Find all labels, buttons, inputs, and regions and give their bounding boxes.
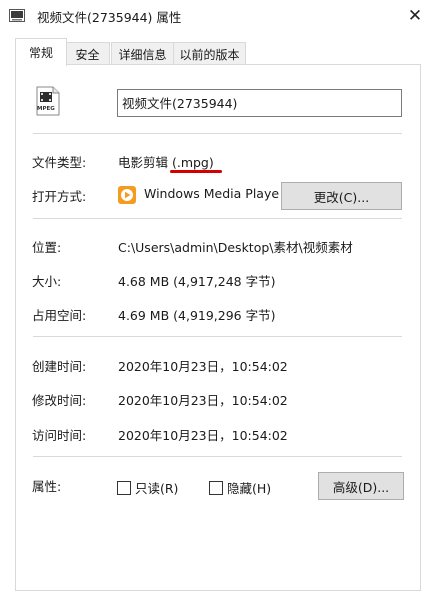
- separator: [33, 336, 402, 337]
- title-bar: 视频文件(2735944) 属性 ✕: [0, 0, 435, 32]
- created-label: 创建时间:: [32, 359, 87, 374]
- file-icon: [9, 9, 25, 22]
- attributes-label: 属性:: [32, 479, 62, 494]
- mpeg-file-icon: MPEG: [36, 86, 60, 119]
- file-type-value: 电影剪辑 (.mpg): [118, 155, 214, 170]
- modified-label: 修改时间:: [32, 393, 87, 408]
- change-button[interactable]: 更改(C)...: [281, 182, 402, 210]
- tab-details-label: 详细信息: [118, 47, 167, 62]
- tab-details[interactable]: 详细信息: [111, 42, 174, 65]
- readonly-checkbox-box[interactable]: [117, 480, 131, 495]
- file-type-label: 文件类型:: [32, 155, 87, 170]
- size-label: 大小:: [32, 274, 62, 289]
- created-value: 2020年10月23日，10:54:02: [118, 359, 288, 374]
- separator: [33, 133, 402, 134]
- file-name-input[interactable]: 视频文件(2735944): [117, 89, 402, 117]
- tab-previous-versions-label: 以前的版本: [179, 47, 240, 62]
- accessed-value: 2020年10月23日，10:54:02: [118, 428, 288, 443]
- modified-value: 2020年10月23日，10:54:02: [118, 393, 288, 408]
- windows-media-player-icon: [118, 186, 136, 204]
- opens-with-label: 打开方式:: [32, 189, 87, 204]
- advanced-button[interactable]: 高级(D)...: [318, 472, 404, 500]
- close-button[interactable]: ✕: [395, 0, 435, 32]
- tab-security[interactable]: 安全: [65, 42, 110, 65]
- accessed-label: 访问时间:: [32, 428, 87, 443]
- separator: [33, 456, 402, 457]
- tab-security-label: 安全: [75, 47, 100, 62]
- red-underline-annotation: [170, 170, 222, 173]
- opens-with-value: Windows Media Playe: [144, 186, 280, 201]
- general-panel: [15, 64, 421, 591]
- change-button-label: 更改(C)...: [313, 189, 370, 205]
- close-icon: ✕: [407, 6, 423, 26]
- hidden-checkbox-label: 隐藏(H): [227, 481, 272, 496]
- readonly-checkbox[interactable]: 只读(R): [117, 478, 178, 497]
- location-value: C:\Users\admin\Desktop\素材\视频素材: [118, 240, 353, 255]
- advanced-button-label: 高级(D)...: [332, 479, 390, 495]
- tab-general-label: 常规: [28, 46, 53, 60]
- hidden-checkbox[interactable]: 隐藏(H): [209, 478, 271, 497]
- size-on-disk-label: 占用空间:: [32, 308, 87, 323]
- mpeg-icon-caption: MPEG: [37, 106, 55, 112]
- tab-previous-versions[interactable]: 以前的版本: [173, 42, 246, 65]
- size-on-disk-value: 4.69 MB (4,919,296 字节): [118, 308, 276, 323]
- readonly-checkbox-label: 只读(R): [135, 481, 179, 496]
- window-title: 视频文件(2735944) 属性: [37, 10, 182, 25]
- separator: [33, 218, 402, 219]
- hidden-checkbox-box[interactable]: [209, 480, 223, 495]
- size-value: 4.68 MB (4,917,248 字节): [118, 274, 276, 289]
- tab-general[interactable]: 常规: [15, 38, 67, 66]
- location-label: 位置:: [32, 240, 62, 255]
